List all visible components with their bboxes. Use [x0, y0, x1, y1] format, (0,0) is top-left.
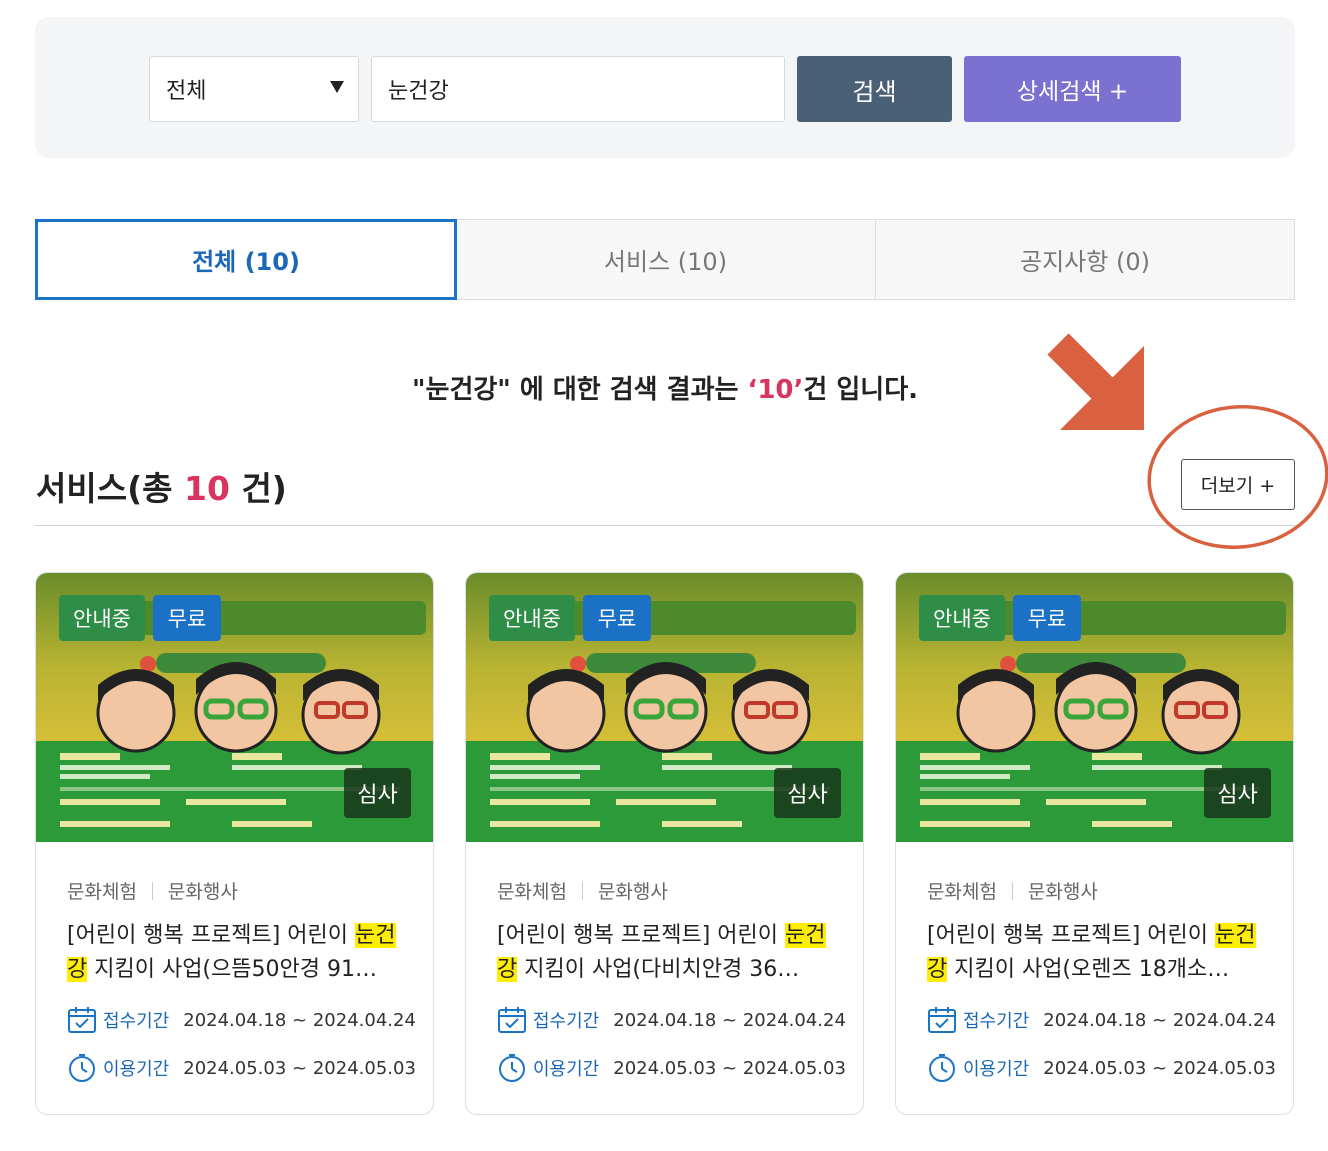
fee-badge: 무료 [583, 595, 651, 641]
result-tabs: 서비스 (10) 공지사항 (0) 전체 (10) [35, 219, 1295, 300]
card-categories: 문화체험 문화행사 [67, 881, 238, 903]
card-title[interactable]: [어린이 행복 프로젝트] 어린이 눈건강 지킴이 사업(으뜸50안경 91… [67, 919, 412, 987]
apply-period: 접수기간 2024.04.18 ~ 2024.04.24 [497, 1005, 846, 1035]
clock-icon [499, 1054, 525, 1082]
card-title[interactable]: [어린이 행복 프로젝트] 어린이 눈건강 지킴이 사업(다비치안경 36… [497, 919, 842, 987]
status-badge: 안내중 [919, 595, 1005, 641]
tab-all[interactable]: 전체 (10) [35, 219, 457, 300]
section-count: 10 [184, 469, 230, 508]
use-period: 이용기간 2024.05.03 ~ 2024.05.03 [927, 1053, 1276, 1083]
use-period: 이용기간 2024.05.03 ~ 2024.05.03 [67, 1053, 416, 1083]
review-badge: 심사 [344, 768, 411, 818]
fee-badge: 무료 [1013, 595, 1081, 641]
category-divider [151, 881, 153, 900]
dropdown-arrow-icon [330, 81, 344, 93]
apply-period: 접수기간 2024.04.18 ~ 2024.04.24 [67, 1005, 416, 1035]
category-select[interactable]: 전체 [149, 56, 359, 122]
calendar-icon [68, 1007, 96, 1033]
apply-period: 접수기간 2024.04.18 ~ 2024.04.24 [927, 1005, 1276, 1035]
fee-badge: 무료 [153, 595, 221, 641]
card-poster-image[interactable]: 안내중 무료 심사 [896, 573, 1294, 842]
advanced-search-button[interactable]: 상세검색 + [964, 56, 1181, 122]
card-categories: 문화체험 문화행사 [497, 881, 668, 903]
review-badge: 심사 [1204, 768, 1271, 818]
card-title[interactable]: [어린이 행복 프로젝트] 어린이 눈건강 지킴이 사업(오렌즈 18개소… [927, 919, 1272, 987]
calendar-icon [498, 1007, 526, 1033]
clock-icon [69, 1054, 95, 1082]
category-select-value: 전체 [166, 79, 207, 104]
service-card[interactable]: 안내중 무료 심사 문화체험 문화행사 [어린이 행복 프로젝트] 어린이 눈건… [465, 572, 864, 1115]
clock-icon [929, 1054, 955, 1082]
card-poster-image[interactable]: 안내중 무료 심사 [36, 573, 434, 842]
calendar-icon [928, 1007, 956, 1033]
category-divider [581, 881, 583, 900]
tab-notice[interactable]: 공지사항 (0) [875, 219, 1295, 300]
search-panel: 전체 눈건강 검색 상세검색 + [35, 17, 1295, 158]
search-input-value: 눈건강 [388, 79, 449, 104]
use-period: 이용기간 2024.05.03 ~ 2024.05.03 [497, 1053, 846, 1083]
status-badge: 안내중 [59, 595, 145, 641]
review-badge: 심사 [774, 768, 841, 818]
section-title: 서비스(총 10 건) [36, 469, 287, 508]
result-count: ‘10’ [747, 375, 804, 405]
search-button[interactable]: 검색 [797, 56, 952, 122]
category-divider [1011, 881, 1013, 900]
section-divider [35, 525, 1295, 526]
service-card[interactable]: 안내중 무료 심사 문화체험 문화행사 [어린이 행복 프로젝트] 어린이 눈건… [35, 572, 434, 1115]
search-input[interactable]: 눈건강 [371, 56, 785, 122]
more-button[interactable]: 더보기 + [1181, 459, 1295, 510]
result-message: "눈건강" 에 대한 검색 결과는 ‘10’건 입니다. [411, 375, 919, 405]
card-categories: 문화체험 문화행사 [927, 881, 1098, 903]
service-card[interactable]: 안내중 무료 심사 문화체험 문화행사 [어린이 행복 프로젝트] 어린이 눈건… [895, 572, 1294, 1115]
card-poster-image[interactable]: 안내중 무료 심사 [466, 573, 864, 842]
status-badge: 안내중 [489, 595, 575, 641]
tab-service[interactable]: 서비스 (10) [455, 219, 876, 300]
